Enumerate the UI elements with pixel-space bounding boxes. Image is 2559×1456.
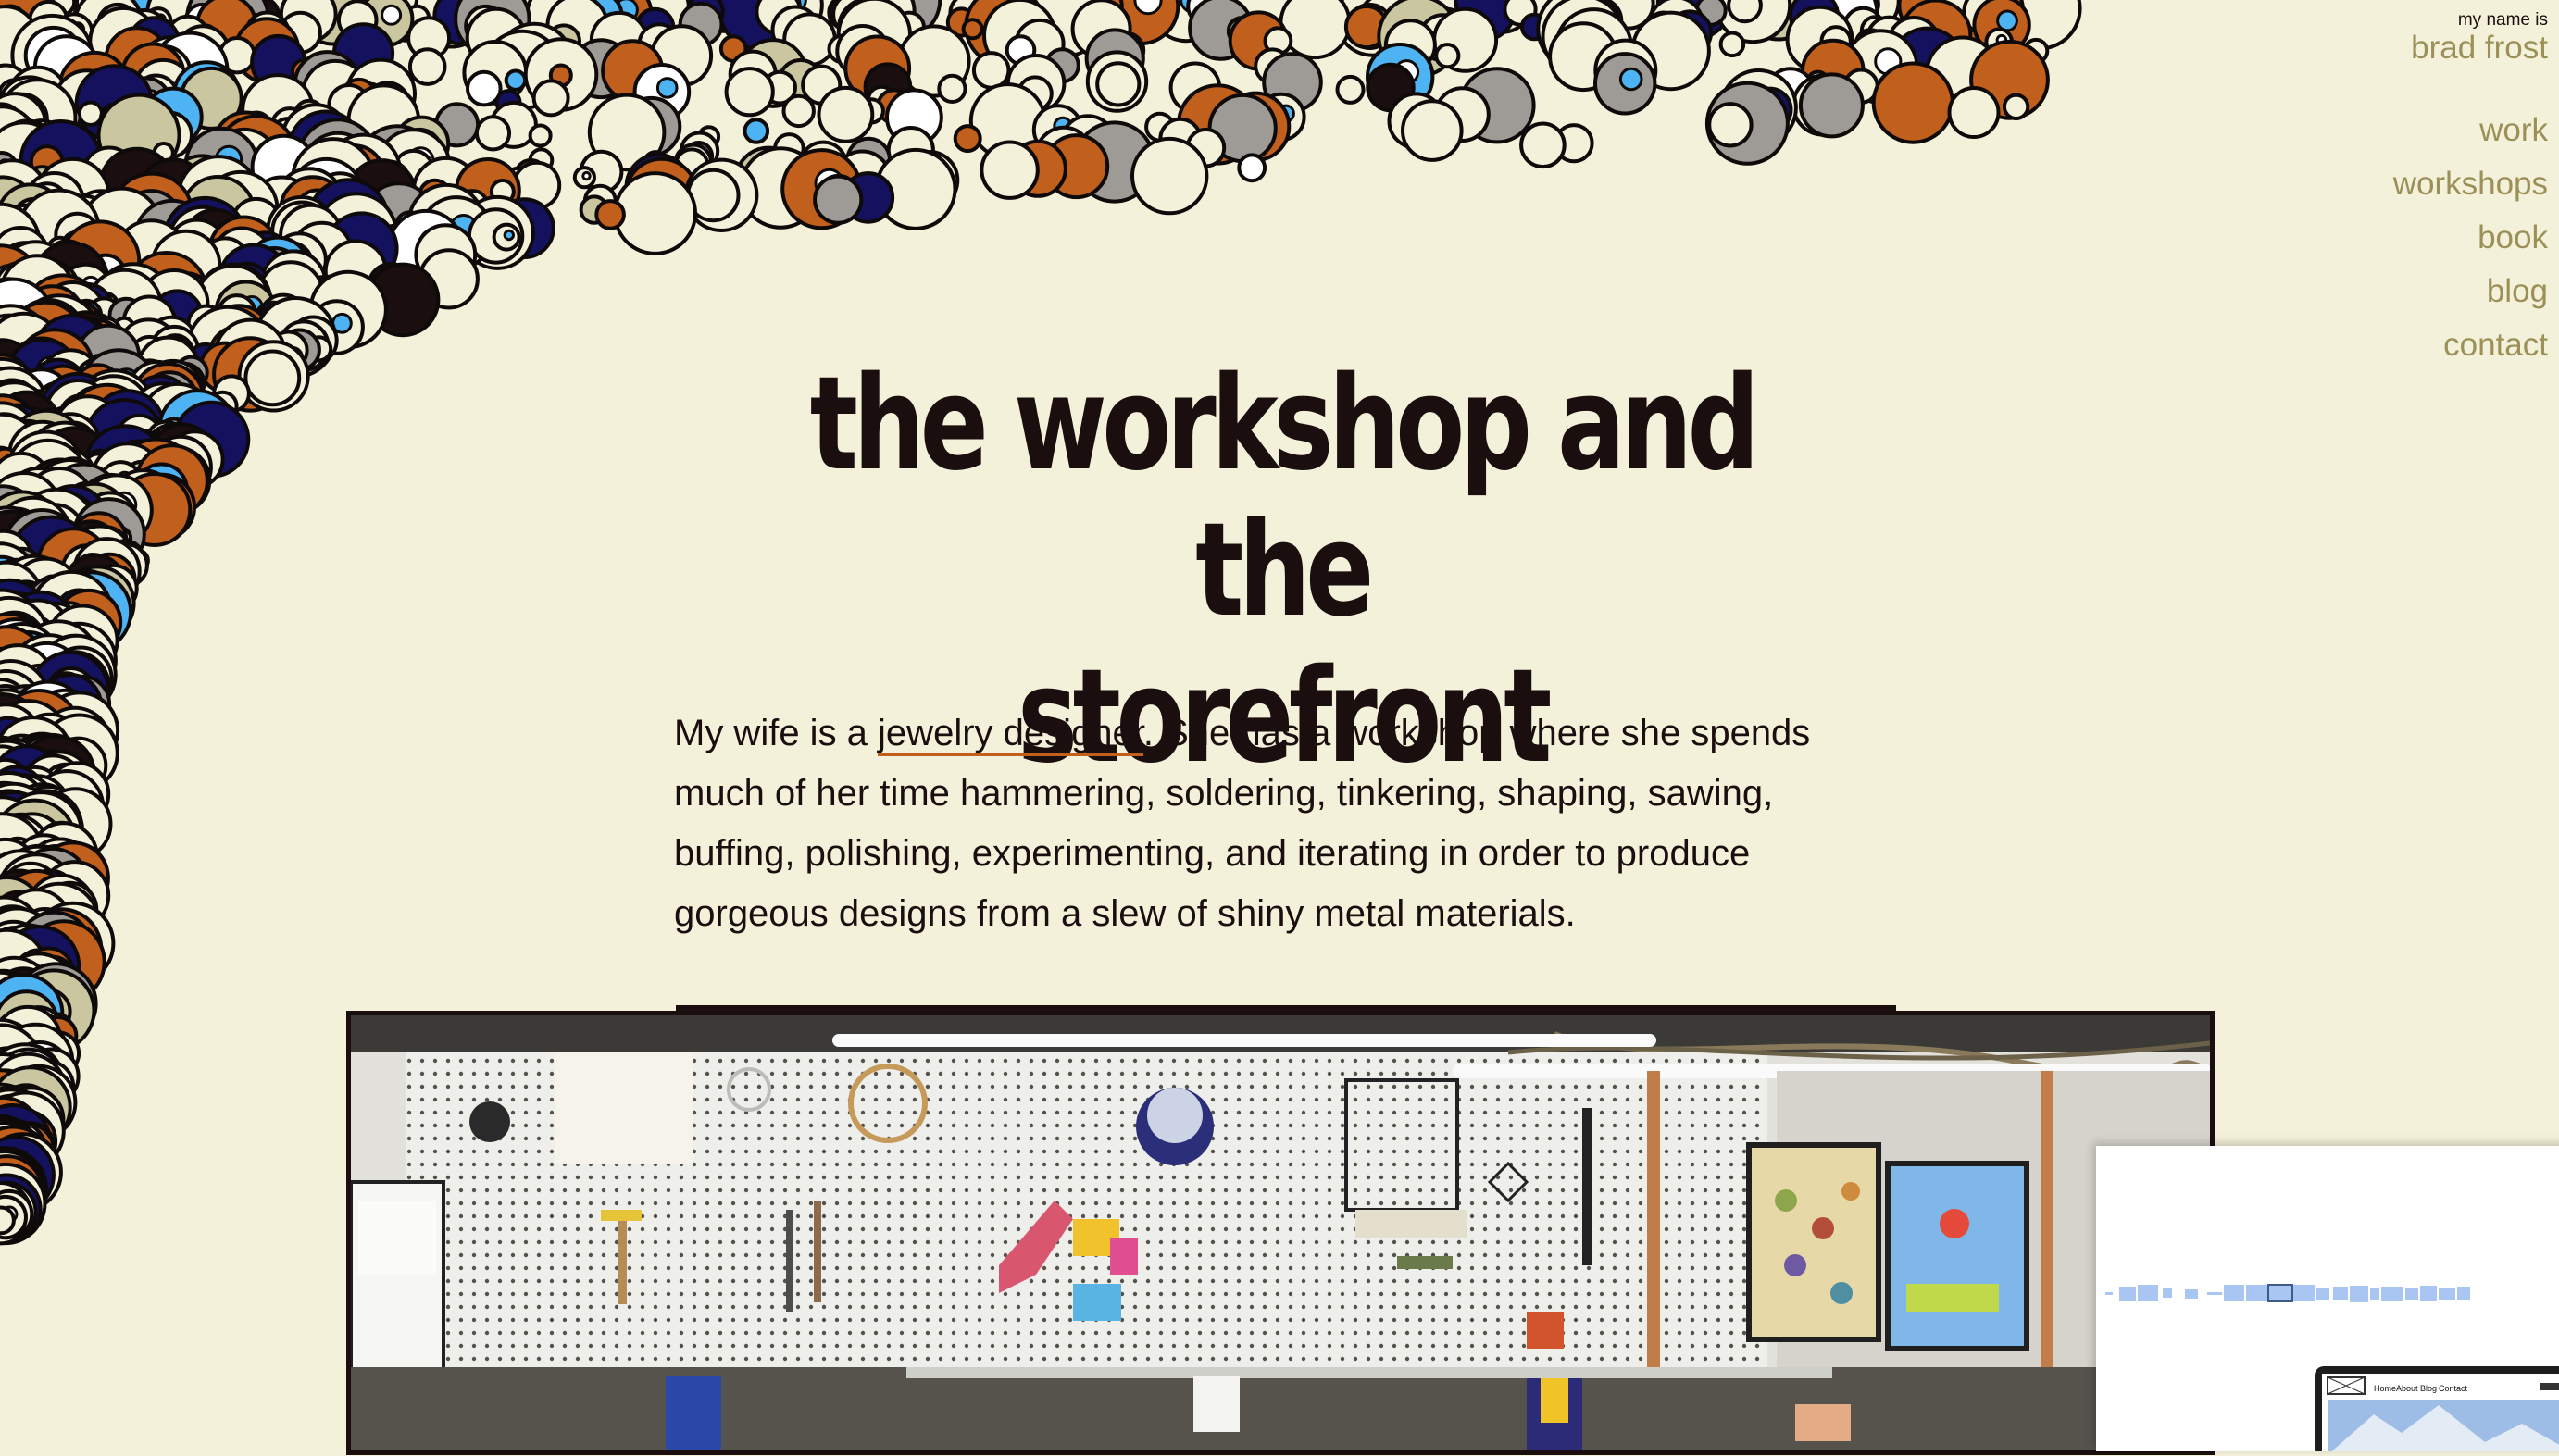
bubble — [937, 73, 967, 105]
main-nav: work workshops book blog contact — [2393, 104, 2548, 372]
bubble — [613, 171, 697, 255]
bubble — [407, 47, 447, 86]
article-intro: My wife is a jewelry designer. She has a… — [674, 703, 1850, 944]
bubble — [1279, 0, 1352, 60]
bubble-highlight — [503, 229, 515, 242]
bubble — [1519, 121, 1567, 169]
nav-link-blog[interactable]: blog — [2393, 265, 2548, 318]
bubble — [1401, 99, 1464, 162]
bubble — [1718, 31, 1746, 58]
nav-link-contact[interactable]: contact — [2393, 318, 2548, 372]
preview-nav-home: Home — [2374, 1384, 2396, 1393]
bubble — [1095, 61, 1142, 107]
site-name-link[interactable]: brad frost — [2411, 30, 2548, 67]
my-name-is-label: my name is — [2457, 10, 2548, 30]
bubble — [1798, 72, 1865, 139]
nav-link-work[interactable]: work — [2393, 104, 2548, 157]
nav-link-workshops[interactable]: workshops — [2393, 157, 2548, 211]
nav-link-book[interactable]: book — [2393, 211, 2548, 265]
bubble — [77, 100, 105, 128]
bubble — [1434, 43, 1461, 69]
bubble — [953, 124, 982, 154]
bubble — [1237, 153, 1267, 183]
bubble-highlight — [581, 170, 592, 181]
bubble — [243, 349, 302, 407]
preview-overlay-graphic: Home About Blog Contact — [2105, 1284, 2559, 1456]
bubble-highlight — [1133, 0, 1163, 16]
jewelry-designer-link[interactable]: jewelry designer — [878, 713, 1143, 756]
bubble — [528, 123, 553, 148]
article-title-line-1: the workshop and the — [809, 349, 1760, 646]
workshop-photo-illustration: ERY — [351, 1015, 2210, 1450]
bubble — [1947, 86, 2001, 139]
bubble — [971, 51, 1011, 90]
bubble — [813, 174, 864, 225]
bubble — [0, 1205, 16, 1236]
bubble — [817, 85, 875, 143]
bubble — [2002, 93, 2030, 121]
preview-nav-about: About — [2396, 1384, 2418, 1393]
bubble — [1130, 136, 1209, 216]
bubble-highlight — [655, 77, 679, 99]
bubble — [743, 118, 770, 144]
bubble-highlight — [1618, 67, 1643, 92]
bubble — [724, 67, 775, 118]
bubble — [594, 199, 626, 230]
bubble — [504, 68, 528, 92]
bubble — [961, 18, 984, 41]
bubble-highlight — [381, 4, 403, 26]
preview-overlay: Home About Blog Contact — [2096, 1146, 2559, 1456]
preview-nav-blog: Blog — [2420, 1384, 2437, 1393]
bubble — [531, 79, 570, 118]
bubble — [1727, 0, 1763, 24]
preview-nav-contact: Contact — [2439, 1384, 2468, 1393]
bubble — [781, 93, 816, 129]
bubble — [1871, 61, 1954, 144]
intro-text-start: My wife is a — [674, 713, 879, 753]
site-header: my name is brad frost — [2411, 11, 2548, 67]
bubble — [1335, 74, 1366, 105]
bubble — [474, 115, 512, 152]
workshop-photo: ERY — [346, 1011, 2215, 1455]
bubble — [1707, 102, 1754, 148]
bubble — [980, 140, 1040, 200]
